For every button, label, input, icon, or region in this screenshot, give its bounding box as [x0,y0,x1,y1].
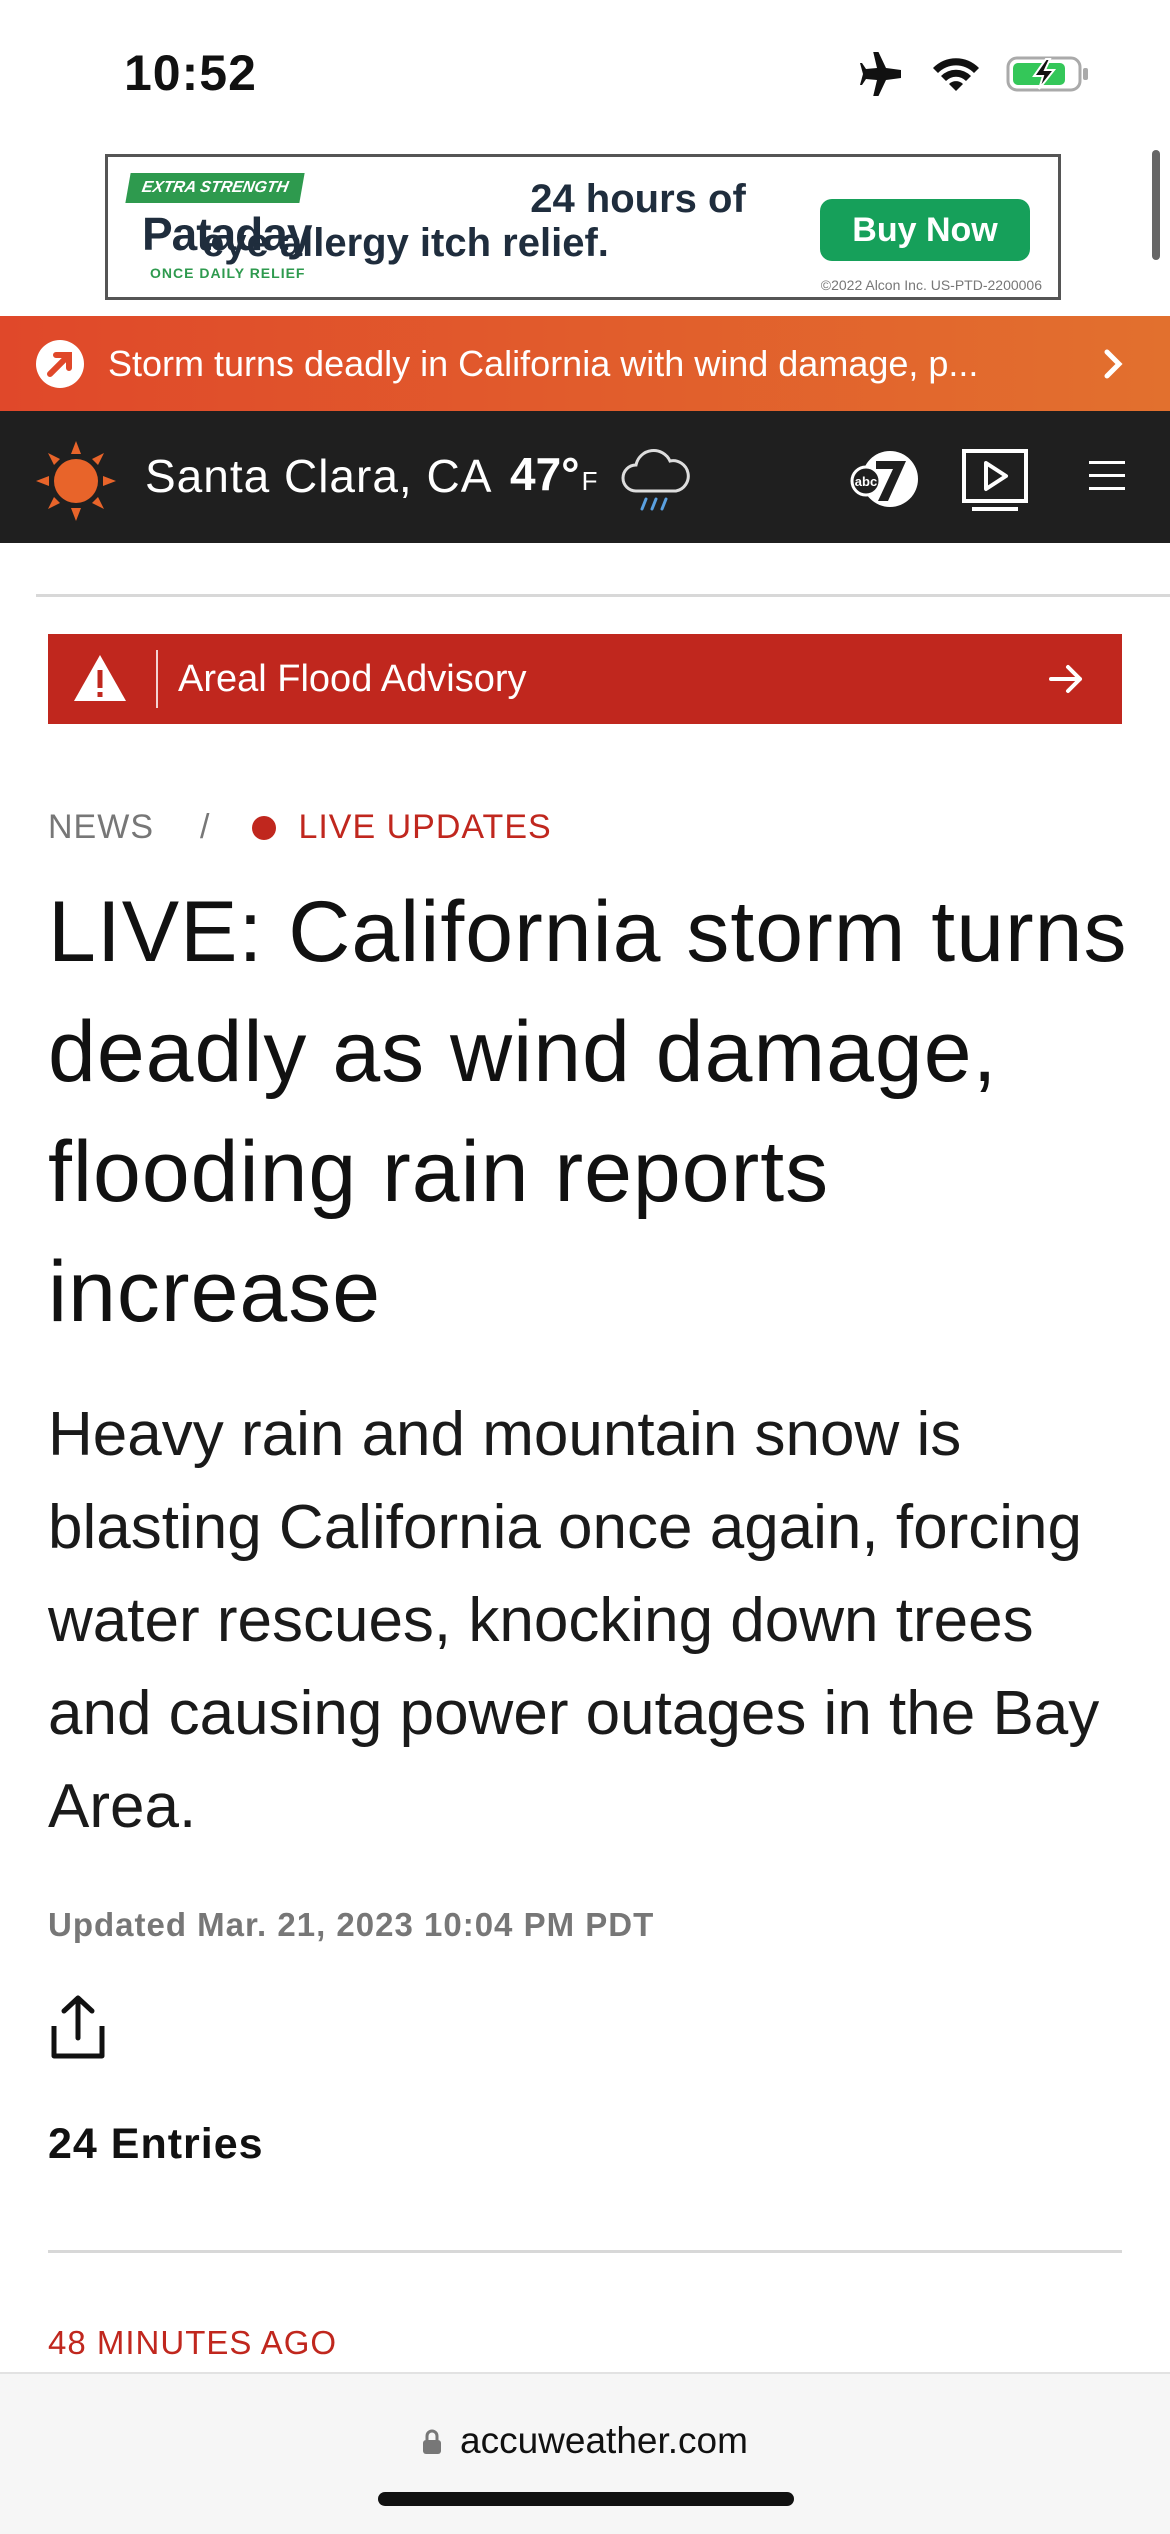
warning-icon [72,652,128,704]
chevron-right-icon [1096,347,1130,381]
breaking-news-text: Storm turns deadly in California with wi… [108,343,979,384]
buy-now-button[interactable]: Buy Now [820,199,1030,261]
status-icons [856,51,1090,101]
breaking-news-bar[interactable]: Storm turns deadly in California with wi… [0,316,1170,411]
browser-address-bar[interactable]: accuweather.com [0,2372,1170,2534]
scrollbar-thumb[interactable] [1152,150,1160,260]
article-updated-time: Updated Mar. 21, 2023 10:04 PM PDT [48,1906,655,1943]
advisory-separator [156,650,158,708]
ad-brand-sub: ONCE DAILY RELIEF [150,265,306,281]
url-display[interactable]: accuweather.com [0,2420,1170,2462]
status-time: 10:52 [124,45,257,101]
ad-legal-text: ©2022 Alcon Inc. US-PTD-2200006 [820,277,1042,293]
airplane-icon [856,51,906,101]
divider [48,2250,1122,2253]
arrow-badge-icon [36,340,84,388]
lock-icon [422,2422,442,2454]
temperature-unit: F [581,466,598,496]
battery-charging-icon [1006,54,1090,99]
home-indicator[interactable] [378,2492,794,2506]
accuweather-sun-logo[interactable] [34,439,118,523]
weather-location[interactable]: Santa Clara, CA [145,449,492,503]
breadcrumb-live-updates[interactable]: LIVE UPDATES [298,808,551,847]
weather-header: Santa Clara, CA 47°F abc [0,411,1170,543]
status-bar: 10:52 [0,0,1170,150]
rain-cloud-icon [618,447,692,517]
flood-advisory-banner[interactable]: Areal Flood Advisory [48,634,1122,724]
live-dot-icon [252,815,277,840]
url-text: accuweather.com [460,2420,748,2461]
ad-badge: EXTRA STRENGTH [125,173,305,203]
arrow-right-icon [1048,662,1084,696]
share-icon[interactable] [48,1994,108,2062]
breadcrumb: NEWS / LIVE UPDATES [48,808,552,847]
breadcrumb-separator: / [200,808,211,846]
entries-count: 24 Entries [48,2120,264,2168]
hamburger-menu-icon[interactable] [1087,457,1127,493]
abc7-logo[interactable]: abc [846,449,926,509]
article-dek: Heavy rain and mountain snow is blasting… [48,1400,1100,1841]
wifi-icon [932,55,980,98]
svg-text:abc: abc [855,474,877,489]
video-play-icon[interactable] [962,449,1028,513]
divider [36,594,1170,597]
weather-temperature[interactable]: 47°F [510,447,597,501]
entry-timestamp: 48 MINUTES AGO [48,2324,338,2361]
breadcrumb-news[interactable]: NEWS [48,808,154,847]
ad-banner[interactable]: EXTRA STRENGTH Pataday ONCE DAILY RELIEF… [105,154,1061,300]
advisory-label: Areal Flood Advisory [178,658,527,700]
temperature-value: 47° [510,448,580,500]
article-headline: LIVE: California storm turns deadly as w… [48,884,1128,1340]
ad-headline-line2: eye allergy itch relief. [202,221,609,265]
